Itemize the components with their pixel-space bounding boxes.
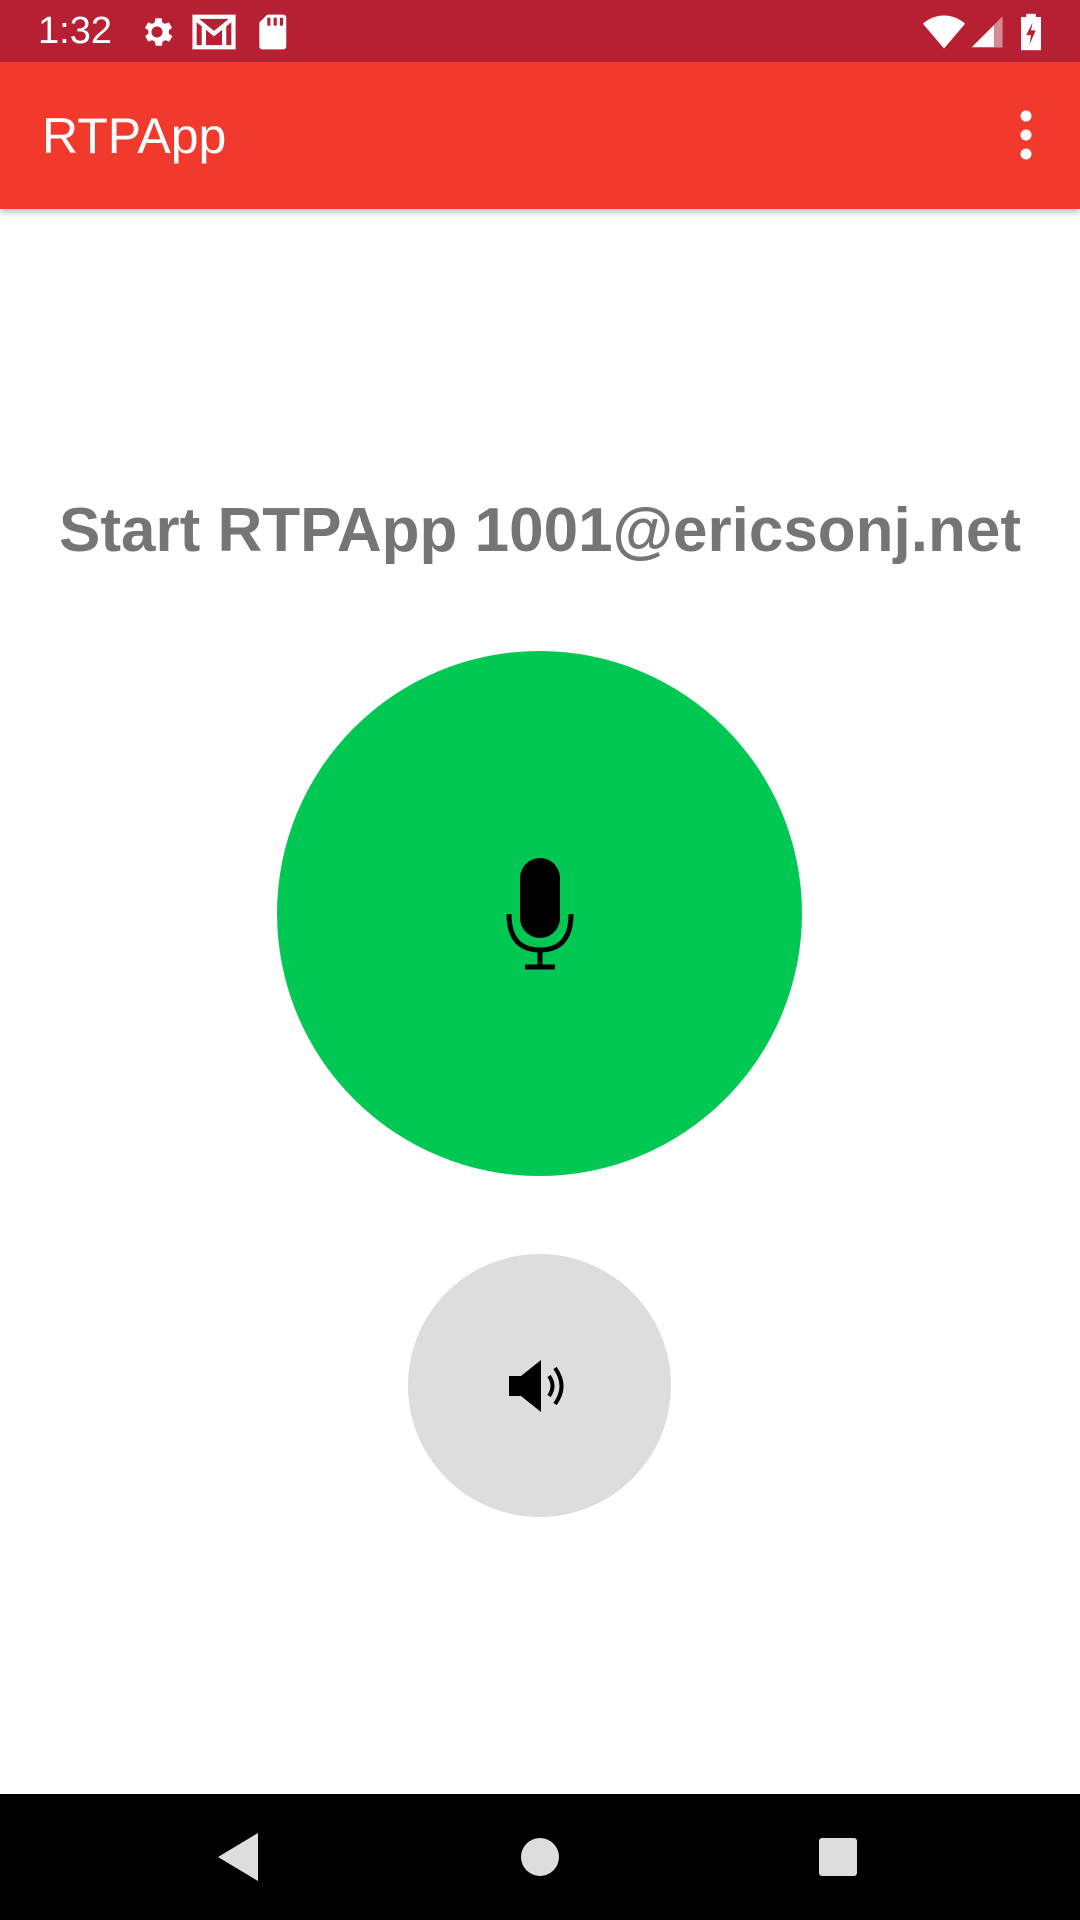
app-title: RTPApp: [42, 108, 227, 164]
sd-card-icon: [259, 14, 287, 50]
home-icon[interactable]: [510, 1827, 570, 1887]
more-vert-icon: [1020, 110, 1032, 160]
cell-signal-icon: [971, 16, 1003, 48]
status-time: 1:32: [38, 10, 112, 52]
wifi-icon: [922, 15, 966, 49]
back-icon[interactable]: [210, 1827, 270, 1887]
battery-charging-icon: [1021, 13, 1041, 51]
microphone-icon: [506, 858, 574, 970]
status-bar: 1:32: [0, 0, 1080, 62]
navigation-bar: [0, 1794, 1080, 1920]
settings-gear-icon: [144, 18, 173, 46]
status-headline: Start RTPApp 1001@ericsonj.net: [59, 496, 1021, 565]
recents-icon[interactable]: [808, 1827, 868, 1887]
gmail-icon: [192, 14, 236, 50]
app-screen: 1:32 RTPApp Start RTPApp 1001@ericsonj.n…: [0, 0, 1080, 1920]
app-bar: RTPApp: [0, 62, 1080, 209]
speaker-volume-icon: [509, 1360, 564, 1412]
overflow-menu-button[interactable]: [996, 102, 1056, 168]
